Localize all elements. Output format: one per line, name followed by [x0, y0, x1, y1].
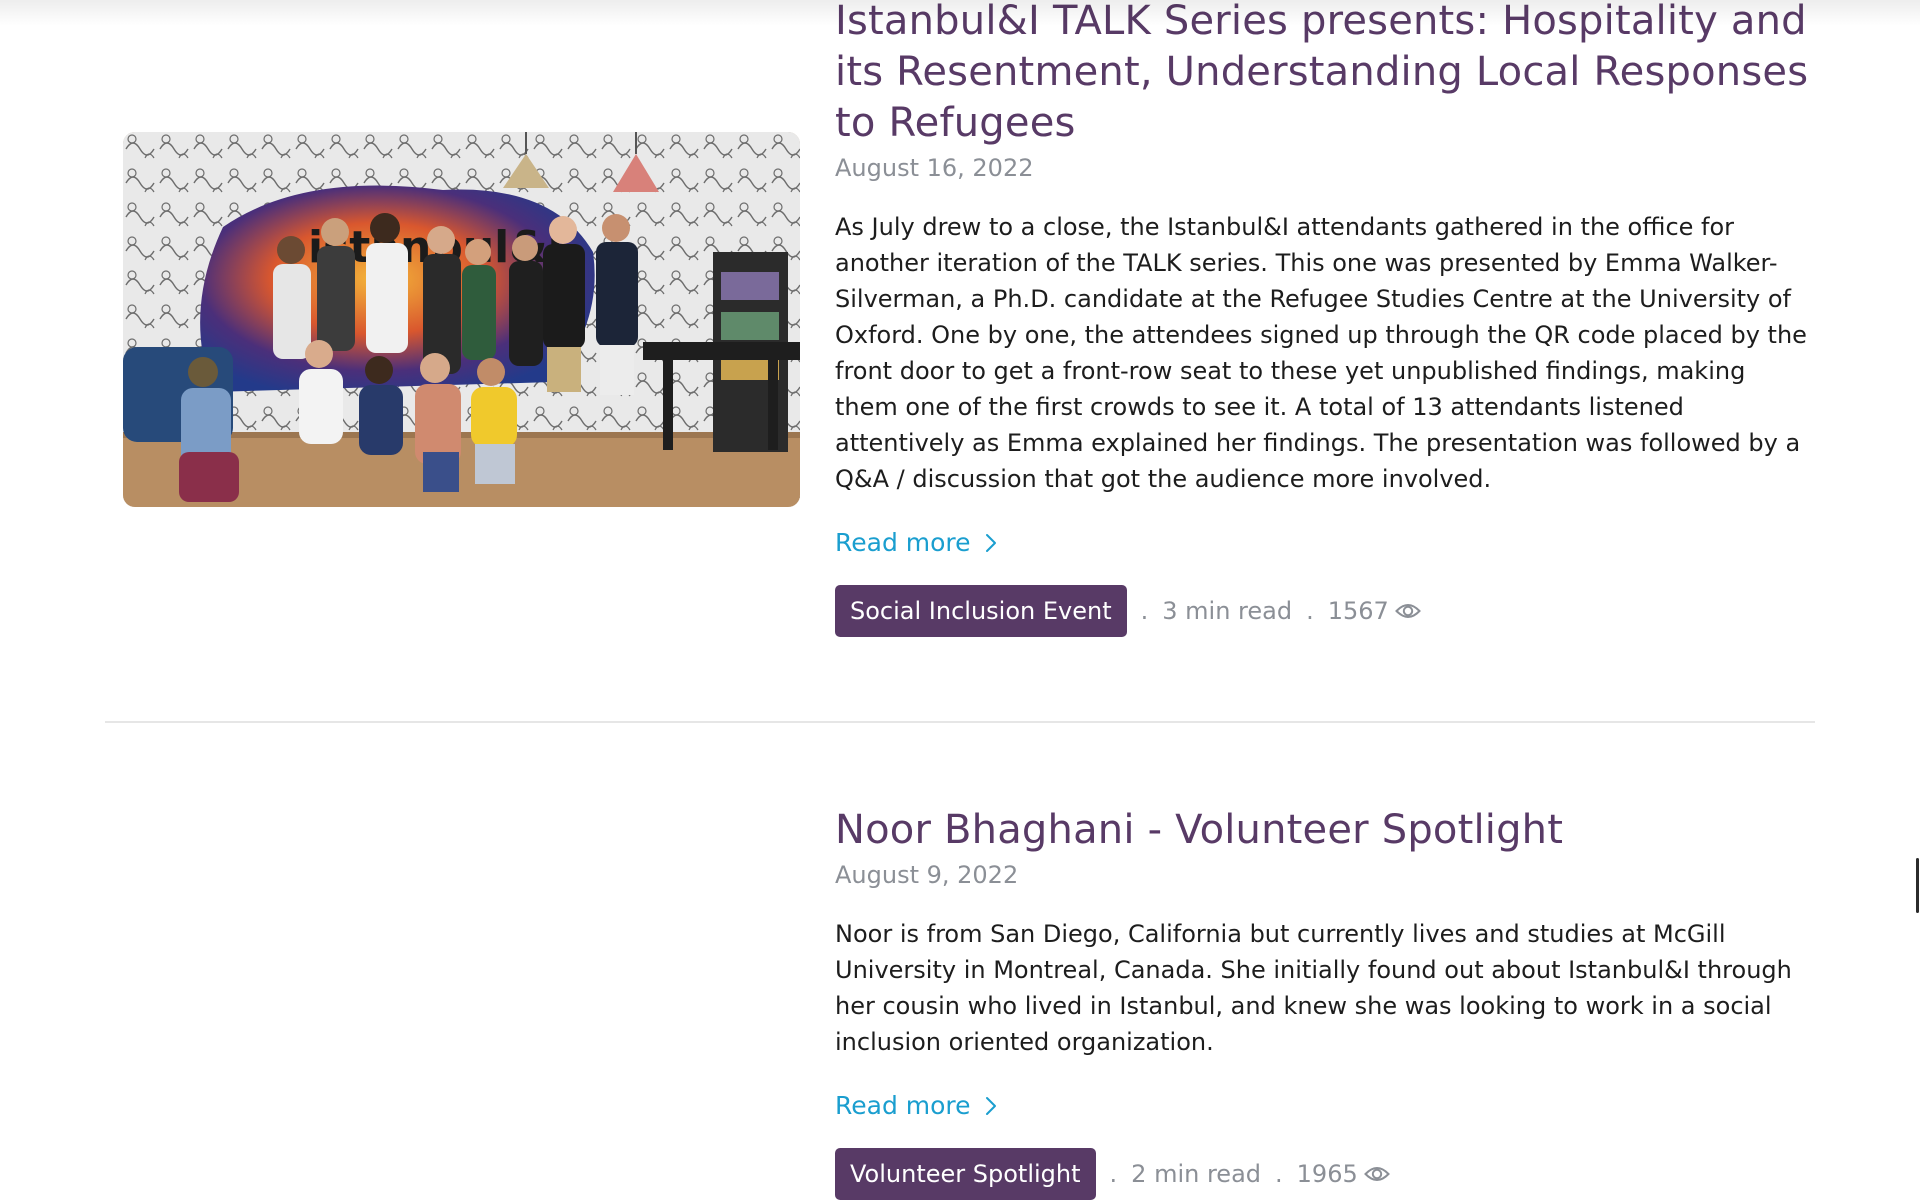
meta-separator: .	[1109, 1160, 1118, 1188]
read-time: 2 min read	[1131, 1160, 1262, 1188]
read-more-link[interactable]: Read more	[835, 1090, 997, 1122]
chevron-right-icon	[985, 534, 996, 552]
post-excerpt: Noor is from San Diego, California but c…	[835, 920, 1792, 1056]
category-tag[interactable]: Social Inclusion Event	[835, 585, 1127, 637]
post-content: Istanbul&I TALK Series presents: Hospita…	[835, 0, 1815, 637]
post-date: August 9, 2022	[835, 861, 1019, 889]
post-excerpt: As July drew to a close, the Istanbul&I …	[835, 213, 1807, 493]
read-time: 3 min read	[1162, 597, 1293, 625]
read-more-link[interactable]: Read more	[835, 527, 997, 559]
chevron-right-icon	[985, 1097, 996, 1115]
read-more-label: Read more	[835, 1091, 971, 1120]
view-count: 1567	[1327, 597, 1389, 625]
scrollbar-thumb[interactable]	[1916, 858, 1919, 913]
header-shadow	[0, 0, 1920, 26]
meta-separator: .	[1140, 597, 1149, 625]
post-divider	[105, 721, 1815, 723]
post-meta: Volunteer Spotlight . 2 min read . 1965	[835, 1148, 1815, 1200]
meta-separator: .	[1275, 1160, 1283, 1188]
post-meta: Social Inclusion Event . 3 min read . 15…	[835, 585, 1815, 637]
category-tag[interactable]: Volunteer Spotlight	[835, 1148, 1096, 1200]
post-date: August 16, 2022	[835, 154, 1034, 182]
meta-separator: .	[1306, 597, 1314, 625]
eye-icon	[1394, 601, 1421, 621]
post-title[interactable]: Noor Bhaghani - Volunteer Spotlight	[835, 805, 1815, 856]
view-count: 1965	[1296, 1160, 1358, 1188]
group-photo-image: istanbul&i	[123, 132, 800, 507]
post-thumbnail[interactable]: istanbul&i	[123, 132, 800, 507]
post-content: Noor Bhaghani - Volunteer Spotlight Augu…	[835, 805, 1815, 1200]
read-more-label: Read more	[835, 528, 971, 557]
eye-icon	[1363, 1164, 1390, 1184]
